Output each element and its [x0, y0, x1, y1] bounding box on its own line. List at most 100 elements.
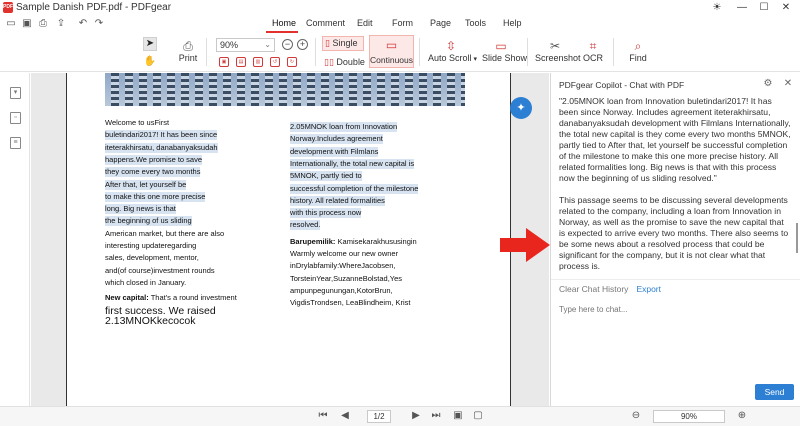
find-button[interactable]: ⌕ Find	[629, 39, 647, 63]
last-page-icon[interactable]: ⏭	[430, 410, 442, 422]
close-button[interactable]: ✕	[779, 1, 793, 15]
continuous-button[interactable]: ▭ Continuous	[369, 35, 414, 68]
rotate-left-icon[interactable]: ↺	[270, 57, 280, 67]
chat-message: "2.05MNOK loan from Innovation buletinda…	[559, 96, 791, 183]
actual-size-icon[interactable]: ▥	[253, 57, 263, 67]
printer-icon: ⎙	[183, 39, 193, 53]
ocr-button[interactable]: ⌗ OCR	[583, 39, 603, 63]
open-folder-icon[interactable]: ▭	[5, 18, 17, 30]
text-line: with this process now	[290, 208, 362, 219]
find-label: Find	[629, 53, 647, 63]
rotate-right-icon[interactable]: ↻	[287, 57, 297, 67]
ocr-label: OCR	[583, 53, 603, 63]
undo-icon[interactable]: ↶	[77, 18, 89, 30]
building-window	[209, 73, 217, 106]
fit-page-icon[interactable]: ▣	[219, 57, 229, 67]
text-line: iteterakhirsatu, danabanyaksudah	[105, 142, 218, 153]
text-line: sales, development, mentor,	[105, 253, 199, 263]
select-cursor-icon[interactable]: ➤	[143, 37, 157, 51]
building-window	[167, 73, 175, 106]
zoom-level-field[interactable]: 90%	[653, 410, 725, 423]
chat-scrollbar[interactable]	[796, 223, 798, 253]
send-button[interactable]: Send	[755, 384, 794, 400]
tab-comment[interactable]: Comment	[306, 18, 345, 28]
continuous-label: Continuous	[370, 55, 414, 65]
zoom-out-icon[interactable]: ⊖	[630, 410, 642, 422]
building-window	[293, 73, 301, 106]
building-window	[223, 73, 231, 106]
fit-width-icon[interactable]: ▤	[236, 57, 246, 67]
minimize-button[interactable]: —	[735, 1, 749, 15]
chat-message: This passage seems to be discussing seve…	[559, 195, 789, 271]
tab-form[interactable]: Form	[392, 18, 413, 28]
next-page-icon[interactable]: ▶	[410, 410, 422, 422]
print-button[interactable]: ⎙ Print	[177, 39, 199, 63]
screenshot-button[interactable]: ✂ Screenshot	[535, 39, 581, 63]
building-window	[447, 73, 455, 106]
document-viewer[interactable]: New capital: That's a round investment f…	[31, 73, 549, 406]
single-page-button[interactable]: ▯ Single	[322, 36, 364, 51]
zoom-select[interactable]: 90% ⌄	[216, 38, 275, 52]
building-window	[321, 73, 329, 106]
tab-edit[interactable]: Edit	[357, 18, 373, 28]
page-number-field[interactable]: 1/2	[367, 410, 391, 423]
text-line: TorsteinYear,SuzanneBolstad,Yes	[290, 273, 403, 283]
text-line: successful completion of the milestone	[290, 183, 419, 194]
hand-tool-icon[interactable]: ✋	[143, 55, 157, 69]
copilot-icon[interactable]: ✦	[510, 97, 532, 119]
tab-tools[interactable]: Tools	[465, 18, 486, 28]
two-page-view-icon[interactable]: ▢	[472, 410, 484, 422]
save-icon[interactable]: ▣	[21, 18, 33, 30]
single-page-icon: ▯	[325, 38, 330, 48]
slide-show-button[interactable]: ▭ Slide Show	[482, 39, 527, 63]
export-link[interactable]: Export	[636, 284, 661, 294]
chat-input[interactable]	[559, 301, 795, 317]
auto-scroll-button[interactable]: ⇳ Auto Scroll ▾	[428, 39, 477, 63]
ribbon-divider	[419, 38, 420, 66]
print-small-icon[interactable]: ⎙	[37, 18, 49, 30]
zoom-in-icon[interactable]: ⊕	[736, 410, 748, 422]
building-window	[251, 73, 259, 106]
app-logo: PDF	[3, 2, 13, 13]
redo-icon[interactable]: ↷	[93, 18, 105, 30]
new-capital-line: New capital: That's a round investment	[105, 293, 237, 303]
tab-page[interactable]: Page	[430, 18, 451, 28]
new-capital-text: That's a round investment	[148, 293, 237, 302]
chat-actions: Clear Chat History Export	[559, 284, 661, 294]
building-window	[433, 73, 441, 106]
barupemilik-text: Kamisekarakhususingin	[335, 237, 417, 246]
zoom-out-button[interactable]: −	[282, 39, 293, 50]
ribbon-divider	[527, 38, 528, 66]
chat-messages: "2.05MNOK loan from Innovation buletinda…	[559, 96, 791, 279]
text-line: development with Filmlans	[290, 146, 379, 157]
single-label: Single	[332, 38, 358, 48]
building-photo	[105, 73, 465, 106]
text-line: the beginning of us sliding	[105, 216, 192, 227]
clear-chat-history-link[interactable]: Clear Chat History	[559, 284, 628, 294]
theme-icon[interactable]: ☀	[710, 1, 724, 15]
share-icon[interactable]: ⇪	[55, 18, 67, 30]
text-line: and(of course)investment rounds	[105, 265, 215, 275]
text-line: buletindari2017! It has been since	[105, 130, 218, 141]
tab-help[interactable]: Help	[503, 18, 522, 28]
copilot-settings-icon[interactable]: ⚙	[762, 78, 774, 90]
first-page-icon[interactable]: ⏮	[317, 410, 329, 422]
close-chat-icon[interactable]: ✕	[782, 78, 794, 90]
prev-page-icon[interactable]: ◀	[339, 410, 351, 422]
chevron-down-icon: ⌄	[264, 40, 271, 49]
building-window	[139, 73, 147, 106]
comments-icon[interactable]: ≡	[10, 137, 21, 149]
bookmark-icon[interactable]: ▾	[10, 87, 21, 99]
text-line: VigdisTrondsen, LeaBlindheim, Krist	[290, 298, 411, 308]
zoom-select-value: 90%	[220, 40, 239, 50]
slide-show-label: Slide Show	[482, 53, 528, 63]
tab-home[interactable]: Home	[272, 18, 296, 28]
title-bar: PDF Sample Danish PDF.pdf - PDFgear ☀ — …	[0, 0, 800, 16]
maximize-button[interactable]: ☐	[757, 1, 771, 15]
thumbnails-icon[interactable]: ▫	[10, 112, 21, 124]
chat-divider	[551, 279, 800, 280]
page-view-icon[interactable]: ▣	[452, 410, 464, 422]
text-line: to make this one more precise	[105, 191, 206, 202]
double-page-button[interactable]: ▯▯ Double	[324, 57, 365, 68]
zoom-in-button[interactable]: +	[297, 39, 308, 50]
